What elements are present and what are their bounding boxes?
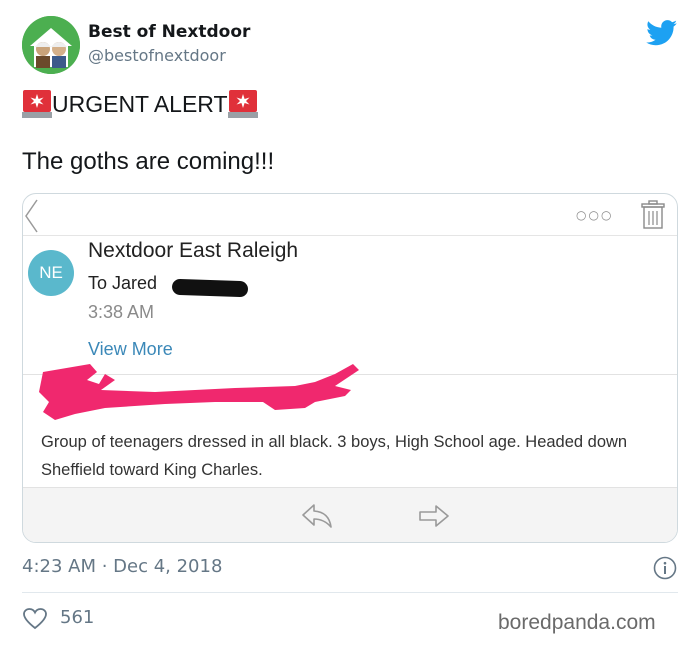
tweet-text-alert: URGENT ALERT bbox=[22, 88, 258, 120]
trash-icon[interactable] bbox=[639, 200, 667, 230]
info-icon[interactable] bbox=[653, 556, 677, 580]
profile-avatar[interactable] bbox=[22, 16, 80, 74]
email-action-bar bbox=[23, 487, 677, 542]
email-time: 3:38 AM bbox=[88, 302, 155, 322]
more-options-icon[interactable]: ○○○ bbox=[576, 208, 613, 222]
tweet-line-1: URGENT ALERT bbox=[52, 90, 228, 117]
author-handle[interactable]: @bestofnextdoor bbox=[88, 46, 226, 65]
email-sender: Nextdoor East Raleigh bbox=[88, 239, 299, 262]
divider bbox=[22, 592, 678, 593]
sender-avatar: NE bbox=[28, 250, 74, 296]
tweet-timestamp[interactable]: 4:23 AM · Dec 4, 2018 bbox=[22, 556, 222, 577]
reply-icon[interactable] bbox=[300, 502, 334, 530]
police-siren-icon bbox=[22, 90, 52, 118]
redaction-mark bbox=[171, 278, 249, 298]
email-body: Group of teenagers dressed in all black.… bbox=[41, 433, 628, 479]
author-name[interactable]: Best of Nextdoor bbox=[88, 22, 250, 42]
view-more-link[interactable]: View More bbox=[88, 339, 173, 360]
tweet-line-2: The goths are coming!!! bbox=[22, 148, 275, 175]
forward-icon[interactable] bbox=[417, 502, 451, 530]
twitter-bird-icon[interactable] bbox=[646, 20, 678, 46]
email-toolbar: ○○○ bbox=[23, 194, 677, 236]
back-chevron-icon[interactable] bbox=[23, 196, 41, 234]
email-recipient: To Jared bbox=[88, 273, 158, 293]
heart-icon[interactable] bbox=[22, 607, 48, 631]
like-count[interactable]: 561 bbox=[60, 607, 94, 628]
police-siren-icon bbox=[227, 90, 258, 118]
email-screenshot-card[interactable]: ○○○ NE Nextdoor East Raleigh To Jared 3:… bbox=[22, 193, 678, 543]
redaction-scribble bbox=[39, 364, 359, 420]
watermark: boredpanda.com bbox=[498, 611, 656, 634]
